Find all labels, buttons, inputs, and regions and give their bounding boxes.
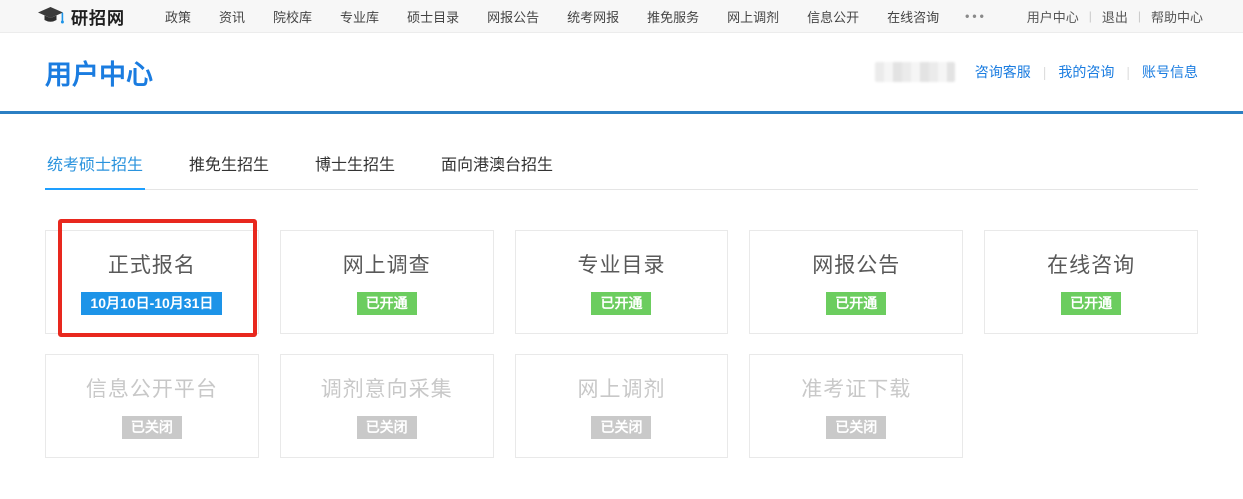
nav-item-major-library[interactable]: 专业库	[326, 7, 393, 26]
more-menu-icon[interactable]: •••	[953, 9, 999, 23]
tab-exempt-student[interactable]: 推免生招生	[187, 141, 271, 190]
card-online-survey[interactable]: 网上调查 已开通	[280, 230, 494, 334]
nav-item-online-consult[interactable]: 在线咨询	[873, 7, 953, 26]
logo-text: 研招网	[71, 4, 125, 29]
consult-service-link[interactable]: 咨询客服	[975, 62, 1031, 82]
nav-item-news[interactable]: 资讯	[205, 7, 259, 26]
nav-item-info-disclosure[interactable]: 信息公开	[793, 7, 873, 26]
nav-logout-link[interactable]: 退出	[1102, 7, 1128, 26]
page-title: 用户中心	[45, 53, 153, 92]
card-title: 网报公告	[812, 249, 900, 279]
card-title: 准考证下载	[801, 373, 911, 403]
status-badge-open: 已开通	[591, 292, 651, 316]
header-links: 咨询客服 | 我的咨询 | 账号信息	[875, 62, 1198, 82]
my-consult-link[interactable]: 我的咨询	[1058, 62, 1114, 82]
status-badge-open: 已开通	[357, 292, 417, 316]
card-online-consultation[interactable]: 在线咨询 已开通	[984, 230, 1198, 334]
nav-item-unified-exam[interactable]: 统考网报	[553, 7, 633, 26]
nav-item-policy[interactable]: 政策	[151, 7, 205, 26]
separator: |	[1138, 9, 1141, 23]
card-major-catalog[interactable]: 专业目录 已开通	[515, 230, 729, 334]
separator: |	[1043, 64, 1047, 80]
nav-user-center-link[interactable]: 用户中心	[1027, 7, 1079, 26]
nav-item-school-library[interactable]: 院校库	[259, 7, 326, 26]
site-logo[interactable]: 研招网	[38, 4, 125, 29]
card-transfer-intent-collection[interactable]: 调剂意向采集 已关闭	[280, 354, 494, 458]
card-admission-ticket-download[interactable]: 准考证下载 已关闭	[749, 354, 963, 458]
card-title: 调剂意向采集	[321, 373, 453, 403]
card-title: 在线咨询	[1047, 249, 1135, 279]
nav-item-online-transfer[interactable]: 网上调剂	[713, 7, 793, 26]
card-official-registration[interactable]: 正式报名 10月10日-10月31日	[45, 230, 259, 334]
date-range-badge: 10月10日-10月31日	[81, 292, 222, 316]
service-cards-grid: 正式报名 10月10日-10月31日 网上调查 已开通 专业目录 已开通 网报公…	[45, 230, 1198, 458]
tab-unified-master[interactable]: 统考硕士招生	[45, 141, 145, 190]
status-badge-closed: 已关闭	[357, 416, 417, 440]
status-badge-closed: 已关闭	[591, 416, 651, 440]
graduation-cap-icon	[38, 7, 65, 26]
card-online-transfer[interactable]: 网上调剂 已关闭	[515, 354, 729, 458]
tab-hk-macao-taiwan[interactable]: 面向港澳台招生	[439, 141, 555, 190]
admission-type-tabs: 统考硕士招生 推免生招生 博士生招生 面向港澳台招生	[45, 140, 1198, 190]
top-user-links: 用户中心 | 退出 | 帮助中心	[1027, 7, 1203, 26]
status-badge-open: 已开通	[826, 292, 886, 316]
card-title: 专业目录	[577, 249, 665, 279]
separator: |	[1126, 64, 1130, 80]
card-title: 网上调剂	[577, 373, 665, 403]
main-menu: 政策 资讯 院校库 专业库 硕士目录 网报公告 统考网报 推免服务 网上调剂 信…	[151, 7, 999, 26]
card-title: 正式报名	[108, 249, 196, 279]
blurred-username	[875, 62, 955, 82]
separator: |	[1089, 9, 1092, 23]
nav-item-master-catalog[interactable]: 硕士目录	[393, 7, 473, 26]
status-badge-closed: 已关闭	[122, 416, 182, 440]
card-info-disclosure-platform[interactable]: 信息公开平台 已关闭	[45, 354, 259, 458]
page-header: 用户中心 咨询客服 | 我的咨询 | 账号信息	[0, 33, 1243, 114]
nav-item-announcement[interactable]: 网报公告	[473, 7, 553, 26]
status-badge-closed: 已关闭	[826, 416, 886, 440]
tab-doctoral[interactable]: 博士生招生	[313, 141, 397, 190]
top-navigation: 研招网 政策 资讯 院校库 专业库 硕士目录 网报公告 统考网报 推免服务 网上…	[0, 0, 1243, 33]
card-registration-announcement[interactable]: 网报公告 已开通	[749, 230, 963, 334]
card-title: 信息公开平台	[86, 373, 218, 403]
card-title: 网上调查	[343, 249, 431, 279]
account-info-link[interactable]: 账号信息	[1142, 62, 1198, 82]
nav-help-center-link[interactable]: 帮助中心	[1151, 7, 1203, 26]
status-badge-open: 已开通	[1061, 292, 1121, 316]
nav-item-exempt-service[interactable]: 推免服务	[633, 7, 713, 26]
